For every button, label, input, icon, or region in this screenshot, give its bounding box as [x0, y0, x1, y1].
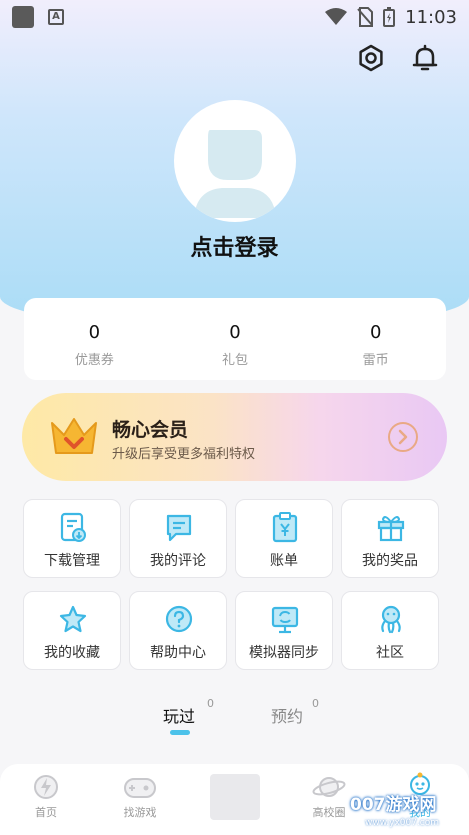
watermark-url: www.yx007.com [365, 818, 440, 828]
bell-icon[interactable] [411, 44, 439, 72]
status-time: 11:03 [405, 6, 457, 28]
chevron-right-icon[interactable] [388, 422, 418, 452]
help-icon [165, 605, 193, 633]
notification-app-icon [12, 6, 34, 28]
comment-icon [166, 514, 192, 542]
stat-value: 0 [229, 322, 241, 343]
active-tab-indicator [170, 730, 190, 735]
download-doc-icon [60, 512, 86, 542]
nav-home[interactable]: 首页 [11, 772, 81, 820]
nav-label: 首页 [35, 806, 57, 819]
menu-label: 帮助中心 [150, 645, 206, 661]
stat-coins[interactable]: 0 雷币 [305, 298, 446, 380]
nav-center-placeholder[interactable] [210, 774, 260, 820]
menu-my-comments[interactable]: 我的评论 [129, 499, 227, 578]
vip-banner[interactable]: 畅心会员 升级后享受更多福利特权 [22, 393, 447, 481]
stat-value: 0 [88, 322, 101, 343]
menu-label: 模拟器同步 [249, 645, 319, 661]
home-bolt-icon [34, 775, 58, 799]
stat-label: 雷币 [362, 353, 389, 368]
menu-my-favorites[interactable]: 我的收藏 [23, 591, 121, 670]
nav-find-games[interactable]: 找游戏 [105, 772, 175, 820]
stat-label: 礼包 [222, 353, 249, 368]
menu-community[interactable]: 社区 [341, 591, 439, 670]
gamepad-icon [124, 778, 156, 798]
tab-reserved-count: 0 [312, 697, 319, 710]
menu-label: 我的收藏 [44, 645, 100, 661]
stat-value: 0 [369, 322, 382, 343]
sync-monitor-icon [271, 606, 299, 634]
bill-icon [272, 512, 298, 543]
tab-reserved[interactable]: 预约 [271, 703, 303, 727]
avatar[interactable] [174, 100, 296, 222]
status-bar: A 11:03 [0, 0, 469, 34]
menu-my-prizes[interactable]: 我的奖品 [341, 499, 439, 578]
stats-card: 0 优惠券 0 礼包 0 雷币 [24, 298, 446, 380]
vip-title: 畅心会员 [112, 419, 189, 441]
default-avatar-icon [194, 130, 276, 218]
stat-label: 优惠券 [74, 353, 114, 368]
gift-icon [377, 516, 405, 542]
keyboard-app-icon: A [48, 9, 64, 25]
menu-emulator-sync[interactable]: 模拟器同步 [235, 591, 333, 670]
menu-bill[interactable]: 账单 [235, 499, 333, 578]
crown-icon [51, 418, 97, 454]
watermark-text: 007游戏网 [350, 795, 437, 815]
no-sim-icon [357, 7, 374, 27]
history-tabs: 玩过 0 预约 0 [0, 697, 469, 740]
tab-played-count: 0 [207, 697, 214, 710]
nav-label: 找游戏 [123, 806, 157, 819]
menu-label: 我的奖品 [362, 553, 418, 569]
menu-label: 账单 [270, 553, 298, 569]
menu-label: 社区 [376, 645, 404, 661]
stat-coupons[interactable]: 0 优惠券 [24, 298, 165, 380]
community-icon [381, 605, 401, 634]
battery-icon [383, 7, 396, 27]
stat-gift-packs[interactable]: 0 礼包 [165, 298, 306, 380]
menu-label: 下载管理 [44, 553, 100, 569]
planet-icon [312, 777, 346, 797]
menu-help-center[interactable]: 帮助中心 [129, 591, 227, 670]
login-prompt[interactable]: 点击登录 [0, 230, 469, 262]
star-icon [59, 605, 87, 633]
gear-icon[interactable] [357, 44, 385, 72]
menu-download-manager[interactable]: 下载管理 [23, 499, 121, 578]
wifi-icon [325, 8, 348, 25]
vip-subtitle: 升级后享受更多福利特权 [112, 447, 256, 462]
tab-played[interactable]: 玩过 [163, 703, 195, 727]
menu-label: 我的评论 [150, 553, 206, 569]
